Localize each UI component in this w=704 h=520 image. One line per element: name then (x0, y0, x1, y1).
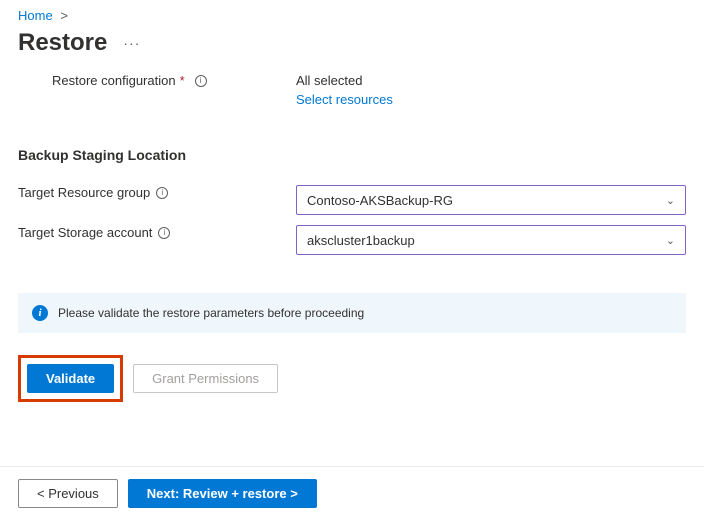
chevron-down-icon: ⌄ (666, 234, 675, 247)
info-icon[interactable]: i (156, 187, 168, 199)
page-header: Restore ··· (0, 27, 704, 67)
target-storage-account-row: Target Storage account i akscluster1back… (18, 225, 686, 255)
previous-button[interactable]: < Previous (18, 479, 118, 508)
target-storage-account-label: Target Storage account i (18, 225, 296, 240)
ellipsis-icon[interactable]: ··· (123, 35, 140, 51)
validation-info-bar: i Please validate the restore parameters… (18, 293, 686, 333)
info-icon: i (32, 305, 48, 321)
next-button[interactable]: Next: Review + restore > (128, 479, 317, 508)
target-storage-account-dropdown[interactable]: akscluster1backup ⌄ (296, 225, 686, 255)
footer-bar: < Previous Next: Review + restore > (0, 466, 704, 520)
info-icon[interactable]: i (195, 75, 207, 87)
page-title: Restore (18, 29, 107, 57)
target-resource-group-row: Target Resource group i Contoso-AKSBacku… (18, 185, 686, 215)
target-resource-group-dropdown[interactable]: Contoso-AKSBackup-RG ⌄ (296, 185, 686, 215)
validate-button[interactable]: Validate (27, 364, 114, 393)
breadcrumb-home-link[interactable]: Home (18, 8, 53, 23)
staging-section-title: Backup Staging Location (18, 147, 686, 163)
grant-permissions-button[interactable]: Grant Permissions (133, 364, 278, 393)
highlight-box: Validate (18, 355, 123, 402)
info-bar-text: Please validate the restore parameters b… (58, 306, 364, 320)
dropdown-value: akscluster1backup (307, 233, 415, 248)
info-icon[interactable]: i (158, 227, 170, 239)
restore-config-label: Restore configuration * i (52, 73, 296, 88)
breadcrumb: Home > (0, 0, 704, 27)
dropdown-value: Contoso-AKSBackup-RG (307, 193, 453, 208)
restore-config-value: All selected (296, 73, 393, 88)
required-asterisk-icon: * (180, 73, 185, 88)
chevron-right-icon: > (60, 8, 68, 23)
target-resource-group-label: Target Resource group i (18, 185, 296, 200)
restore-config-row: Restore configuration * i All selected S… (18, 73, 686, 107)
select-resources-link[interactable]: Select resources (296, 92, 393, 107)
chevron-down-icon: ⌄ (666, 194, 675, 207)
